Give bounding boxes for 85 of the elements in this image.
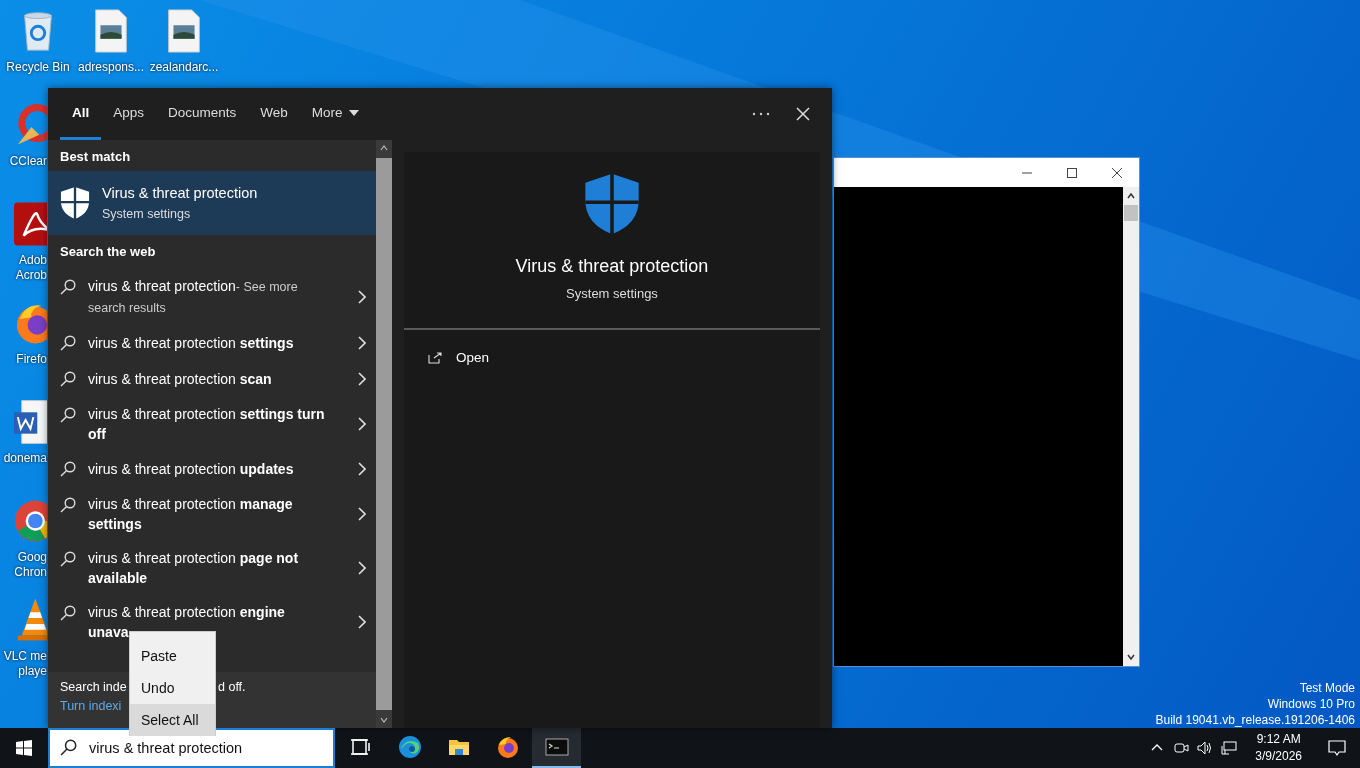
shield-icon bbox=[60, 186, 90, 220]
web-result-text: virus & threat protection scan bbox=[88, 370, 273, 389]
chevron-right-icon bbox=[358, 462, 366, 476]
chevron-right-icon bbox=[358, 417, 366, 431]
section-heading: Search the web bbox=[59, 243, 157, 261]
console-icon bbox=[544, 735, 569, 759]
notification-icon[interactable] bbox=[1328, 739, 1346, 757]
web-result[interactable]: virus & threat protection updates bbox=[48, 451, 376, 487]
desktop-icon-label: CClear bbox=[9, 154, 47, 169]
open-action[interactable]: Open bbox=[428, 350, 490, 365]
scrollbar[interactable] bbox=[376, 140, 392, 728]
filter-tab[interactable]: Apps bbox=[101, 88, 157, 140]
chevron-right-icon bbox=[358, 615, 366, 629]
web-result-text: virus & threat protection engine unava bbox=[88, 603, 286, 642]
notice-text: Search inde bbox=[60, 680, 128, 694]
web-result-text: virus & threat protection page not available bbox=[88, 549, 300, 588]
desktop-icon-label: Adob Acrob bbox=[15, 253, 47, 283]
search-icon bbox=[60, 407, 76, 423]
preview-title: Virus & threat protection bbox=[515, 256, 709, 277]
more-options-icon[interactable] bbox=[752, 112, 770, 116]
desktop-icon-label: zealandarc... bbox=[149, 60, 219, 74]
windows-start-icon[interactable] bbox=[16, 740, 32, 756]
filter-tab[interactable]: Documents bbox=[156, 88, 249, 140]
web-result[interactable]: virus & threat protection page not available bbox=[48, 541, 376, 595]
web-result[interactable]: virus & threat protection settings bbox=[48, 325, 376, 361]
web-result[interactable]: virus & threat protection scan bbox=[48, 361, 376, 397]
web-result-text: virus & threat protection settings turn off bbox=[88, 405, 326, 444]
web-result[interactable]: virus & threat protection- See more search results bbox=[48, 269, 376, 325]
menu-item[interactable]: Select All bbox=[130, 704, 215, 736]
web-result[interactable]: virus & threat protection manage settings bbox=[48, 487, 376, 541]
scroll-down-icon[interactable] bbox=[1126, 652, 1136, 662]
chevron-right-icon bbox=[358, 336, 366, 350]
web-result-text: virus & threat protection updates bbox=[88, 460, 295, 479]
filter-tab[interactable]: Web bbox=[248, 88, 300, 140]
chevron-right-icon bbox=[358, 372, 366, 386]
result-subtitle: System settings bbox=[102, 207, 192, 221]
pdf-app-icon[interactable] bbox=[12, 201, 47, 247]
search-icon bbox=[60, 605, 76, 621]
preview-subtitle: System settings bbox=[566, 286, 658, 301]
scroll-up-icon[interactable] bbox=[379, 143, 389, 153]
word-document-icon[interactable] bbox=[12, 399, 47, 445]
result-title: Virus & threat protection bbox=[102, 185, 258, 201]
best-match-item[interactable]: Virus & threat protection System settings bbox=[48, 171, 376, 235]
desktop-icon-label: Goog Chron bbox=[14, 550, 47, 580]
edge-icon bbox=[397, 735, 422, 759]
section-heading: Best match bbox=[59, 148, 132, 166]
web-result-text: virus & threat protection manage settings bbox=[88, 495, 294, 534]
filter-tab[interactable]: More bbox=[299, 88, 371, 140]
clock[interactable]: 9:12 AM 3/9/2026 bbox=[1255, 731, 1302, 765]
scroll-down-icon[interactable] bbox=[379, 715, 389, 725]
desktop-icon-label: VLC me playe bbox=[3, 649, 47, 679]
chevron-right-icon bbox=[358, 507, 366, 521]
taskbar-search-field[interactable]: virus & threat protection bbox=[48, 728, 335, 768]
web-result-text: virus & threat protection- See more search results bbox=[88, 277, 299, 317]
system-info-text: Test Mode Windows 10 Pro Build 19041.vb_release.191206-1406 bbox=[1155, 680, 1355, 728]
search-icon bbox=[60, 739, 77, 756]
search-icon bbox=[60, 551, 76, 567]
desktop-icon-label: donema bbox=[3, 451, 47, 466]
chevron-right-icon bbox=[358, 290, 366, 304]
camera-icon[interactable] bbox=[1173, 740, 1190, 756]
desktop-icon-label: Recycle Bin bbox=[6, 60, 70, 74]
web-result-text: virus & threat protection settings bbox=[88, 334, 295, 353]
open-icon bbox=[428, 351, 442, 364]
turn-on-indexing-link[interactable]: Turn indexi bbox=[60, 699, 122, 713]
menu-item[interactable]: Undo bbox=[130, 672, 215, 704]
scrollbar[interactable] bbox=[1123, 187, 1139, 666]
network-icon[interactable] bbox=[1221, 740, 1238, 756]
web-result[interactable]: virus & threat protection settings turn off bbox=[48, 397, 376, 451]
search-icon bbox=[60, 279, 76, 295]
search-icon bbox=[60, 497, 76, 513]
search-icon bbox=[60, 371, 76, 387]
search-icon bbox=[60, 335, 76, 351]
notice-text: d off. bbox=[218, 680, 246, 694]
speaker-icon[interactable] bbox=[1197, 740, 1214, 756]
firefox-icon bbox=[495, 735, 520, 759]
desktop-icon-label: adrespons... bbox=[77, 60, 144, 74]
close-icon[interactable] bbox=[1111, 166, 1123, 179]
desktop-icon-label: Firefo bbox=[16, 352, 47, 367]
chevron-right-icon bbox=[358, 561, 366, 575]
taskbar-app-button[interactable] bbox=[532, 728, 581, 768]
shield-icon bbox=[582, 172, 642, 236]
maximize-icon[interactable] bbox=[1066, 166, 1078, 179]
scroll-up-icon[interactable] bbox=[1126, 191, 1136, 201]
scroll-thumb[interactable] bbox=[1124, 205, 1138, 221]
search-icon bbox=[60, 461, 76, 477]
